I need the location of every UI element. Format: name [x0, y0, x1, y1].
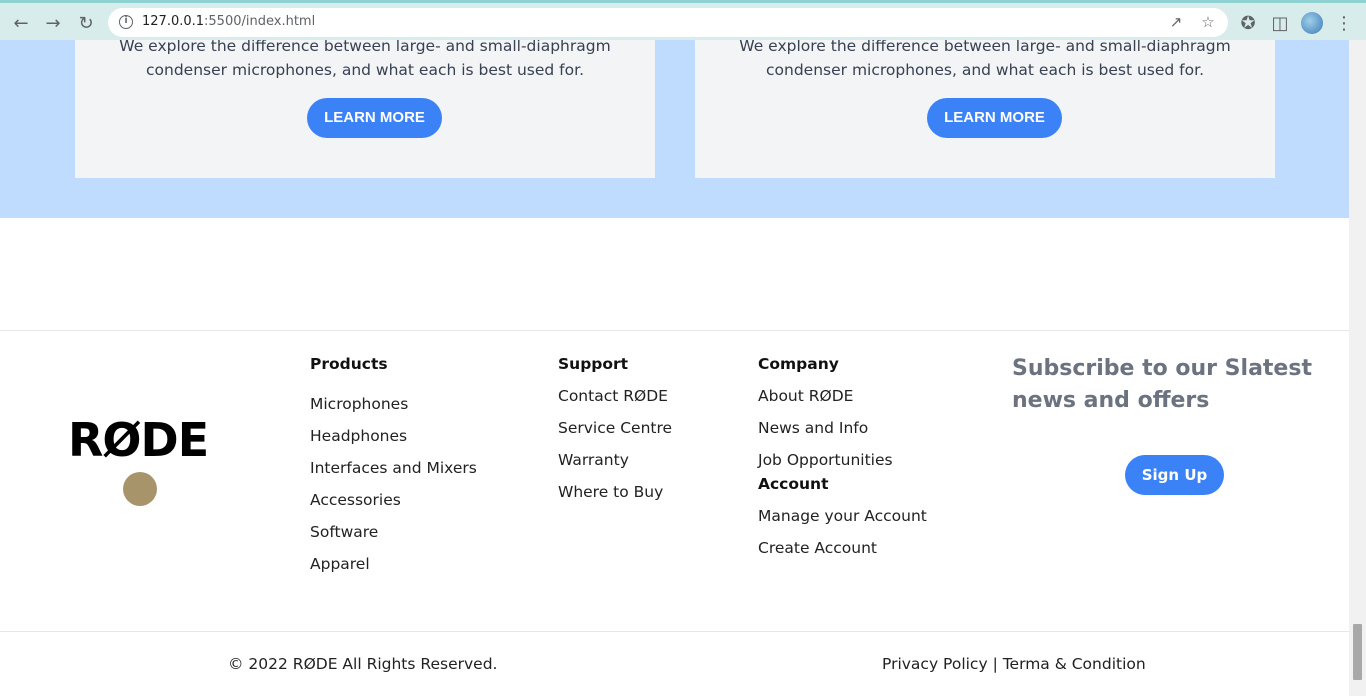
footer-bottom-divider: [0, 631, 1349, 632]
privacy-policy-link[interactable]: Privacy Policy: [882, 655, 988, 673]
footer-link-software[interactable]: Software: [310, 522, 477, 554]
logo-wordmark: RØDE: [68, 413, 209, 467]
learn-more-button[interactable]: LEARN MORE: [927, 98, 1062, 138]
footer-link-create-account[interactable]: Create Account: [758, 538, 927, 570]
url-text[interactable]: 127.0.0.1:5500/index.html: [142, 14, 315, 29]
share-icon[interactable]: ↗: [1166, 12, 1186, 32]
footer-link-about[interactable]: About RØDE: [758, 386, 927, 418]
footer-top-divider: [0, 330, 1349, 331]
support-heading: Support: [558, 355, 629, 373]
info-icon[interactable]: i: [119, 15, 133, 29]
footer-link-manage-account[interactable]: Manage your Account: [758, 506, 927, 538]
card-description: We explore the difference between large-…: [119, 40, 611, 79]
footer-link-microphones[interactable]: Microphones: [310, 394, 477, 426]
footer-link-interfaces[interactable]: Interfaces and Mixers: [310, 458, 477, 490]
card-description: We explore the difference between large-…: [739, 40, 1231, 79]
kebab-menu-icon[interactable]: ⋮: [1333, 12, 1355, 34]
footer-link-accessories[interactable]: Accessories: [310, 490, 477, 522]
footer-link-headphones[interactable]: Headphones: [310, 426, 477, 458]
footer-link-jobs[interactable]: Job Opportunities: [758, 450, 927, 474]
legal-links: Privacy Policy | Terma & Condition: [882, 655, 1146, 673]
footer-link-contact[interactable]: Contact RØDE: [558, 386, 672, 418]
forward-arrow-icon[interactable]: →: [42, 12, 64, 34]
account-heading: Account: [758, 475, 829, 493]
footer-column-company: Company About RØDE News and Info Job Opp…: [758, 354, 927, 570]
legal-separator: |: [987, 655, 1003, 673]
url-host: 127.0.0.1: [142, 14, 205, 29]
footer-link-apparel[interactable]: Apparel: [310, 554, 477, 586]
reload-icon[interactable]: ↻: [75, 12, 97, 34]
footer-column-support: Support Contact RØDE Service Centre Warr…: [558, 354, 672, 514]
browser-toolbar: ← → ↻ i 127.0.0.1:5500/index.html ↗ ☆ ✪ …: [0, 0, 1366, 40]
back-arrow-icon[interactable]: ←: [10, 12, 32, 34]
page-viewport: We explore the difference between large-…: [0, 40, 1349, 696]
footer-column-products: Products Microphones Headphones Interfac…: [310, 354, 477, 586]
subscribe-heading: Subscribe to our Slatest news and offers: [1012, 356, 1312, 413]
footer-link-service-centre[interactable]: Service Centre: [558, 418, 672, 450]
url-path: :5500/index.html: [204, 14, 316, 29]
sign-up-button[interactable]: Sign Up: [1125, 455, 1224, 495]
footer-link-news[interactable]: News and Info: [758, 418, 927, 450]
side-panel-icon[interactable]: ◫: [1269, 12, 1291, 34]
address-bar[interactable]: i 127.0.0.1:5500/index.html ↗ ☆: [108, 8, 1228, 37]
profile-avatar[interactable]: [1301, 12, 1323, 34]
star-icon[interactable]: ☆: [1198, 12, 1218, 32]
extensions-puzzle-icon[interactable]: ✪: [1237, 12, 1259, 34]
copyright-text: © 2022 RØDE All Rights Reserved.: [228, 655, 498, 673]
blog-card: We explore the difference between large-…: [75, 40, 655, 178]
company-heading: Company: [758, 355, 839, 373]
blog-section: We explore the difference between large-…: [0, 40, 1349, 218]
footer-link-warranty[interactable]: Warranty: [558, 450, 672, 482]
blog-card: We explore the difference between large-…: [695, 40, 1275, 178]
rode-logo[interactable]: RØDE: [68, 413, 218, 506]
products-heading: Products: [310, 355, 388, 373]
learn-more-button[interactable]: LEARN MORE: [307, 98, 442, 138]
footer-link-where-to-buy[interactable]: Where to Buy: [558, 482, 672, 514]
terms-link[interactable]: Terma & Condition: [1003, 655, 1146, 673]
scrollbar-thumb[interactable]: [1353, 624, 1362, 680]
page-scrollbar[interactable]: [1349, 40, 1366, 696]
logo-dot: [123, 472, 157, 506]
